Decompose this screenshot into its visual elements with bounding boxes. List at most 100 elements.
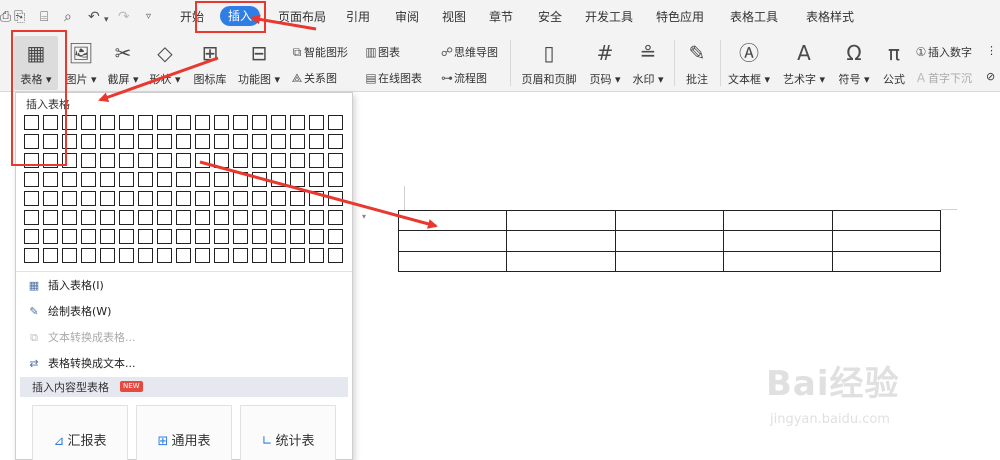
tab-chapter[interactable]: 章节	[489, 9, 513, 25]
grid-cell[interactable]	[157, 248, 172, 263]
grid-cell[interactable]	[252, 229, 267, 244]
tab-dev-tools[interactable]: 开发工具	[585, 9, 633, 25]
print-preview-icon[interactable]: ⌸	[40, 9, 48, 25]
report-table-card[interactable]: ⊿ 汇报表	[32, 405, 128, 460]
grid-cell[interactable]	[328, 229, 343, 244]
grid-cell[interactable]	[176, 248, 191, 263]
grid-cell[interactable]	[214, 134, 229, 149]
grid-cell[interactable]	[233, 210, 248, 225]
grid-cell[interactable]	[138, 229, 153, 244]
grid-cell[interactable]	[62, 229, 77, 244]
grid-cell[interactable]	[81, 210, 96, 225]
undo-icon[interactable]: ↶	[88, 9, 100, 25]
grid-cell[interactable]	[252, 191, 267, 206]
grid-cell[interactable]	[62, 191, 77, 206]
grid-cell[interactable]	[233, 134, 248, 149]
grid-cell[interactable]	[309, 134, 324, 149]
table-cell[interactable]	[614, 250, 725, 273]
grid-cell[interactable]	[290, 153, 305, 168]
attachment-icon[interactable]: ⊘	[986, 70, 995, 83]
grid-cell[interactable]	[81, 172, 96, 187]
grid-cell[interactable]	[233, 153, 248, 168]
text-box-button[interactable]: Ⓐ 文本框 ▾	[724, 40, 774, 87]
grid-cell[interactable]	[252, 210, 267, 225]
grid-cell[interactable]	[195, 153, 210, 168]
tab-features[interactable]: 特色应用	[656, 9, 704, 25]
grid-cell[interactable]	[100, 191, 115, 206]
grid-cell[interactable]	[138, 248, 153, 263]
grid-cell[interactable]	[214, 172, 229, 187]
grid-cell[interactable]	[138, 210, 153, 225]
grid-cell[interactable]	[138, 134, 153, 149]
grid-cell[interactable]	[62, 210, 77, 225]
grid-cell[interactable]	[81, 191, 96, 206]
mind-map-button[interactable]: ☍思维导图	[440, 44, 498, 60]
grid-cell[interactable]	[24, 229, 39, 244]
grid-cell[interactable]	[328, 191, 343, 206]
flowchart-button[interactable]: ⊶流程图	[440, 70, 487, 86]
grid-cell[interactable]	[195, 191, 210, 206]
grid-cell[interactable]	[119, 248, 134, 263]
grid-cell[interactable]	[62, 248, 77, 263]
screenshot-button[interactable]: ✂ 截屏 ▾	[104, 40, 142, 87]
grid-cell[interactable]	[271, 229, 286, 244]
grid-cell[interactable]	[43, 248, 58, 263]
grid-cell[interactable]	[214, 191, 229, 206]
customize-toolbar-icon[interactable]: ▿	[146, 9, 151, 25]
grid-cell[interactable]	[290, 172, 305, 187]
grid-cell[interactable]	[309, 172, 324, 187]
grid-cell[interactable]	[328, 210, 343, 225]
grid-cell[interactable]	[309, 229, 324, 244]
table-cell[interactable]	[614, 209, 725, 232]
grid-cell[interactable]	[119, 172, 134, 187]
table-cell[interactable]	[614, 230, 725, 252]
grid-cell[interactable]	[328, 153, 343, 168]
table-cell[interactable]	[506, 230, 616, 252]
grid-cell[interactable]	[100, 153, 115, 168]
grid-cell[interactable]	[157, 172, 172, 187]
grid-cell[interactable]	[328, 134, 343, 149]
grid-cell[interactable]	[252, 153, 267, 168]
grid-cell[interactable]	[119, 210, 134, 225]
drop-cap-button[interactable]: A 首字下沉	[914, 70, 972, 86]
grid-cell[interactable]	[43, 191, 58, 206]
draw-table-item[interactable]: ✎ 绘制表格(W)	[26, 303, 111, 321]
watermark-button[interactable]: ≗ 水印 ▾	[628, 40, 668, 87]
tab-table-style[interactable]: 表格样式	[806, 9, 854, 25]
grid-cell[interactable]	[157, 191, 172, 206]
grid-cell[interactable]	[328, 172, 343, 187]
grid-cell[interactable]	[195, 248, 210, 263]
grid-cell[interactable]	[176, 191, 191, 206]
grid-cell[interactable]	[24, 210, 39, 225]
grid-cell[interactable]	[214, 210, 229, 225]
grid-cell[interactable]	[157, 115, 172, 130]
grid-cell[interactable]	[100, 172, 115, 187]
insert-table-item[interactable]: ▦ 插入表格(I)	[26, 277, 104, 295]
table-cell[interactable]	[397, 250, 508, 273]
grid-cell[interactable]	[309, 191, 324, 206]
table-cell[interactable]	[506, 250, 616, 273]
comment-button[interactable]: ✎ 批注	[680, 40, 714, 87]
formula-button[interactable]: π 公式	[878, 40, 910, 87]
grid-cell[interactable]	[290, 191, 305, 206]
grid-cell[interactable]	[119, 134, 134, 149]
chart-button[interactable]: ▥图表	[364, 44, 400, 60]
grid-cell[interactable]	[81, 248, 96, 263]
grid-cell[interactable]	[62, 172, 77, 187]
grid-cell[interactable]	[157, 210, 172, 225]
table-move-handle-icon[interactable]: ▾	[362, 212, 366, 221]
insert-number-button[interactable]: ① 插入数字	[914, 44, 972, 60]
grid-cell[interactable]	[271, 134, 286, 149]
undo-dropdown-icon[interactable]: ▾	[104, 12, 109, 28]
grid-cell[interactable]	[81, 229, 96, 244]
grid-cell[interactable]	[195, 210, 210, 225]
page-number-button[interactable]: # 页码 ▾	[586, 40, 624, 87]
grid-cell[interactable]	[195, 134, 210, 149]
icon-library-button[interactable]: ⊞ 图标库	[190, 40, 230, 87]
grid-cell[interactable]	[309, 115, 324, 130]
generic-table-card[interactable]: ⊞ 通用表	[136, 405, 232, 460]
grid-cell[interactable]	[271, 115, 286, 130]
print-icon[interactable]: ⎘	[14, 9, 25, 25]
more-icon[interactable]: ⋮	[986, 44, 997, 57]
search-doc-icon[interactable]: ⌕	[64, 9, 72, 25]
